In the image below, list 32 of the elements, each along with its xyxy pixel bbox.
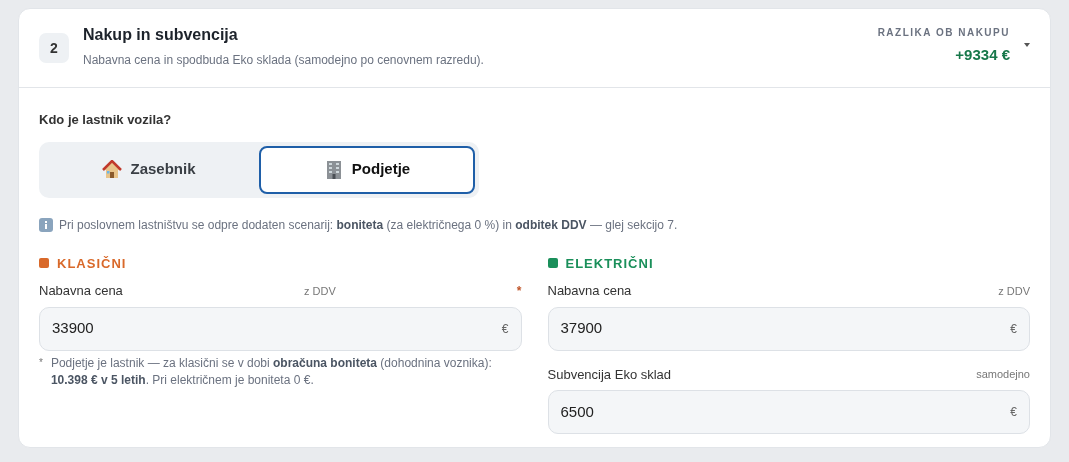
price-input[interactable]: 6500 € [547,390,1030,434]
field-label: Nabavna cena [547,282,632,300]
price-input[interactable]: 33900 € [39,306,522,351]
section-subtitle: Nabavna cena in spodbuda Eko sklada (samodejno po cenovnem razredu). [83,52,484,69]
caret-icon[interactable] [1024,43,1030,47]
section-title: Nakup in subvencija [83,25,239,45]
note-mark: * [39,355,43,370]
info-text: Pri poslovnem lastništvu se odpre dodaten scenarij: boniteta (za električnega 0 %) in odbitek DDV — glej sekcijo 7. [59,216,678,234]
field-hint: z DDV [998,283,1030,299]
info-icon [39,217,53,232]
question-label: Kdo je lastnik vozila? [39,111,173,129]
owner-option[interactable]: Zasebnik [43,145,255,194]
step-number: 2 [39,33,69,63]
field-value: 6500 [560,401,595,422]
note-text: Podjetje je lastnik — za klasični se v dobi obračuna boniteta (dohodnina voznika): 10.398 € v 5 letih. Pri električnem je boniteta 0 €. [50,354,493,389]
currency-unit: € [501,320,509,338]
currency-unit: € [1010,404,1017,421]
field-value: 33900 [52,318,95,339]
summary-value: +9334 € [955,45,1010,66]
field-label: Nabavna cena [39,282,123,300]
price-input[interactable]: 37900 € [547,306,1030,351]
field-value: 37900 [560,318,604,339]
summary-label: RAZLIKA OB NAKUPU [877,26,1010,41]
field-hint: z DDV [303,283,336,299]
field-label: Subvencija Eko sklad [547,365,672,384]
currency-unit: € [1010,320,1017,338]
owner-option[interactable]: Podjetje [259,145,475,194]
house-icon [102,159,123,180]
field-hint: samodejno [976,367,1030,382]
column-title: KLASIČNI [57,254,127,273]
column-title: ELEKTRIČNI [565,254,654,273]
required-mark: * [516,282,522,300]
